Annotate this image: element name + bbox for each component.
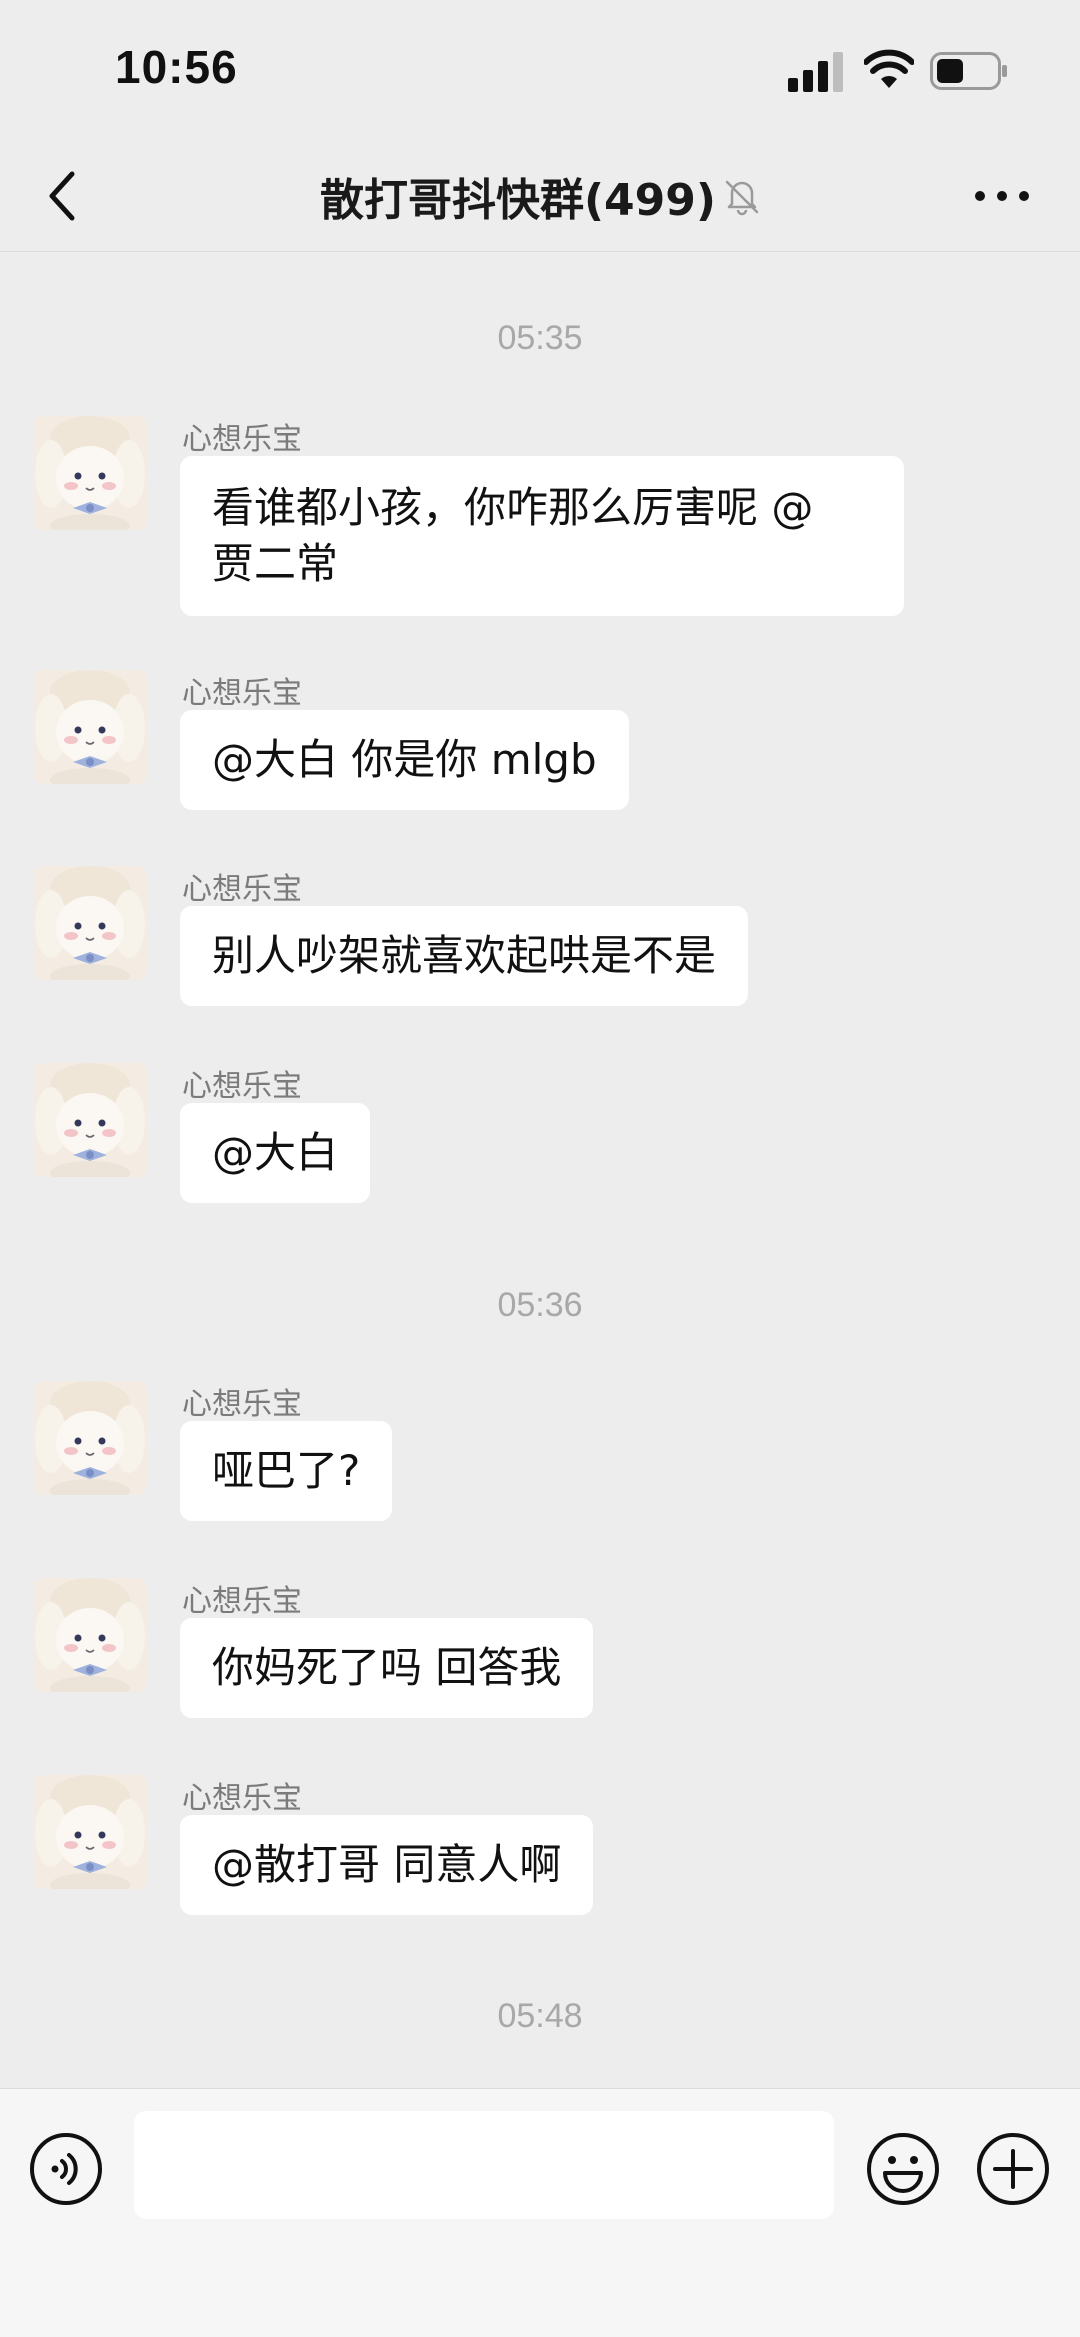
avatar[interactable]: [33, 1381, 147, 1495]
voice-icon[interactable]: [28, 2131, 104, 2207]
avatar-image: [33, 416, 147, 530]
sender-name: 心想乐宝: [182, 422, 302, 457]
avatar[interactable]: [33, 1578, 147, 1692]
message-bubble[interactable]: 哑巴了?: [180, 1421, 393, 1521]
avatar-image: [33, 1775, 147, 1889]
timestamp: 05:36: [497, 1286, 583, 1324]
message-bubble[interactable]: 你妈死了吗 回答我: [180, 1618, 594, 1718]
sender-name: 心想乐宝: [182, 676, 302, 711]
group-title: 散打哥抖快群(499): [319, 175, 717, 226]
avatar[interactable]: [33, 1775, 147, 1889]
chat-screen: 10:56 散打哥抖快群(499) 05:35 心想乐宝 看谁都小孩，你咋那么厉…: [0, 0, 1080, 2337]
message-bubble[interactable]: @大白: [180, 1103, 371, 1203]
emoji-icon[interactable]: [865, 2131, 941, 2207]
avatar-image: [33, 866, 147, 980]
sender-name: 心想乐宝: [182, 1069, 302, 1104]
avatar[interactable]: [33, 416, 147, 530]
avatar-image: [33, 1578, 147, 1692]
wifi-icon: [864, 49, 914, 88]
nav-bar: 散打哥抖快群(499): [0, 140, 1080, 252]
status-bar: 10:56: [0, 0, 1080, 140]
sender-name: 心想乐宝: [182, 1781, 302, 1816]
avatar[interactable]: [33, 670, 147, 784]
cellular-signal-icon: [788, 52, 843, 92]
sender-name: 心想乐宝: [182, 1584, 302, 1619]
input-bar: [0, 2088, 1080, 2337]
chat-message-list[interactable]: 05:35 心想乐宝 看谁都小孩，你咋那么厉害呢 @ 贾二常 心想乐宝 @大白 …: [0, 253, 1080, 2088]
status-time: 10:56: [115, 41, 238, 93]
plus-icon[interactable]: [975, 2131, 1051, 2207]
bell-muted-icon: [725, 180, 759, 216]
battery-icon: [930, 52, 1007, 90]
avatar[interactable]: [33, 1063, 147, 1177]
timestamp: 05:35: [497, 319, 583, 357]
more-dots-icon[interactable]: [972, 176, 1032, 216]
message-bubble[interactable]: @大白 你是你 mlgb: [180, 710, 629, 810]
title-area: 散打哥抖快群(499): [0, 166, 1080, 226]
avatar-image: [33, 1381, 147, 1495]
message-input[interactable]: [134, 2111, 834, 2219]
sender-name: 心想乐宝: [182, 1387, 302, 1422]
avatar[interactable]: [33, 866, 147, 980]
sender-name: 心想乐宝: [182, 872, 302, 907]
timestamp: 05:48: [497, 1997, 583, 2035]
message-bubble[interactable]: 别人吵架就喜欢起哄是不是: [180, 906, 749, 1006]
avatar-image: [33, 670, 147, 784]
message-bubble[interactable]: 看谁都小孩，你咋那么厉害呢 @ 贾二常: [180, 456, 904, 616]
message-bubble[interactable]: @散打哥 同意人啊: [180, 1815, 594, 1915]
avatar-image: [33, 1063, 147, 1177]
